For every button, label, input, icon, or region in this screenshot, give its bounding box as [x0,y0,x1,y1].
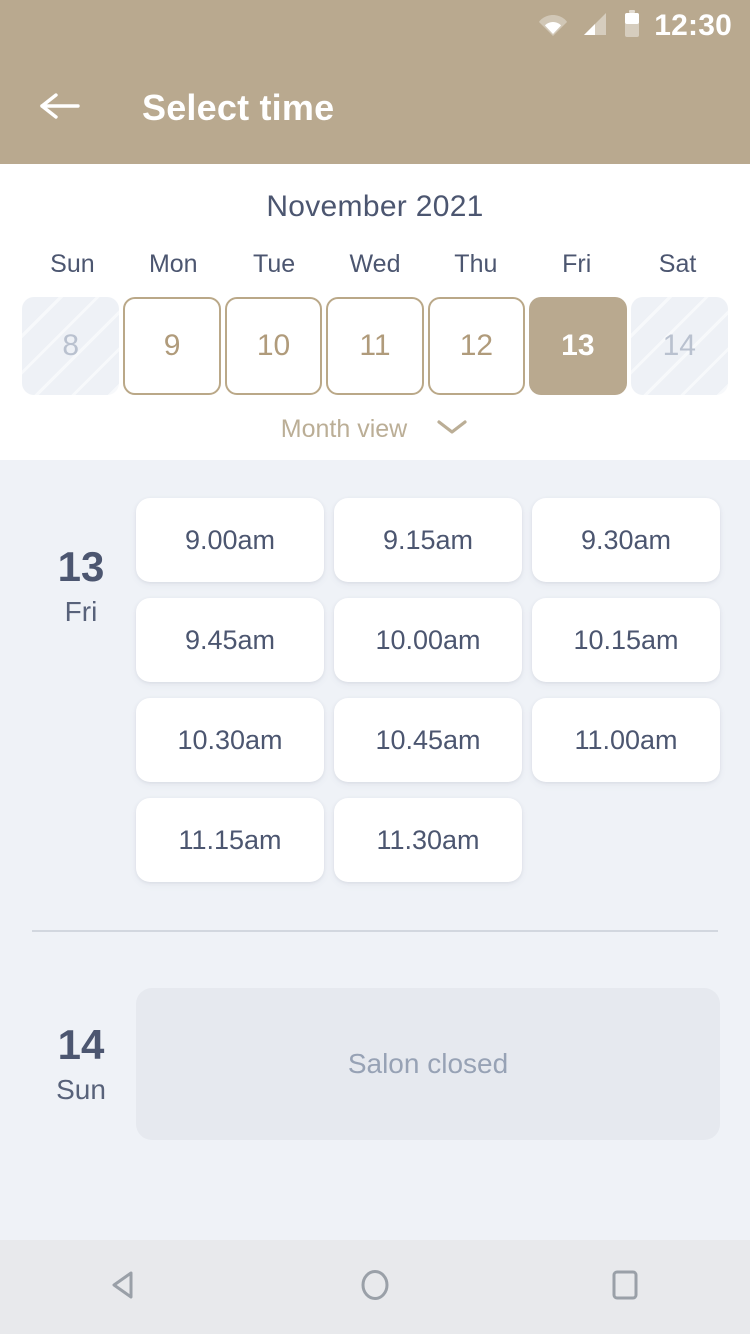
back-arrow-icon [38,90,82,127]
schedule-day-name: Sun [56,1074,106,1105]
time-slot[interactable]: 11.00am [532,698,720,782]
schedule-day-name: Fri [64,596,98,627]
nav-back-button[interactable] [75,1240,175,1334]
status-time: 12:30 [654,9,732,42]
weekday-label: Wed [349,250,401,278]
time-slot[interactable]: 9.15am [334,498,522,582]
android-nav-bar [0,1240,750,1334]
time-slot[interactable]: 9.45am [136,598,324,682]
phone-screen: 12:30 Select time November 2021 Sun Mon … [0,0,750,1334]
time-slot[interactable]: 10.30am [136,698,324,782]
battery-icon [624,9,640,43]
app-bar: Select time [0,52,750,164]
weekday-label: Tue [253,250,296,278]
time-slot[interactable]: 11.30am [334,798,522,882]
schedule-day-label: 13 Fri [30,498,132,882]
calendar-day-cell[interactable]: 11 [326,297,424,395]
schedule-list[interactable]: 13 Fri 9.00am 9.15am 9.30am 9.45am 10.00… [0,460,750,1240]
calendar-weekday-header: Sun Mon Tue Wed Thu Fri Sat [0,250,750,279]
time-slot[interactable]: 11.15am [136,798,324,882]
schedule-day-number: 13 [57,543,105,590]
schedule-day-group: 13 Fri 9.00am 9.15am 9.30am 9.45am 10.00… [0,460,750,882]
recents-nav-icon [605,1265,645,1310]
weekday-label: Sun [50,250,95,278]
calendar-day-cell: 8 [22,297,120,395]
month-view-toggle[interactable]: Month view [0,415,750,450]
weekday-label: Fri [562,250,592,278]
home-nav-icon [355,1265,395,1310]
chevron-down-icon [435,417,469,442]
calendar-day-cell: 14 [630,297,728,395]
time-slot[interactable]: 9.00am [136,498,324,582]
calendar-day-cell[interactable]: 10 [224,297,323,395]
weekday-label: Mon [148,250,198,278]
time-slot-grid: 9.00am 9.15am 9.30am 9.45am 10.00am 10.1… [132,498,720,882]
back-button[interactable] [30,78,90,138]
salon-closed-banner: Salon closed [136,988,720,1140]
weekday-label: Thu [454,250,498,278]
calendar-strip: November 2021 Sun Mon Tue Wed Thu Fri Sa… [0,164,750,460]
month-view-label: Month view [280,415,408,443]
nav-recents-button[interactable] [575,1240,675,1334]
nav-home-button[interactable] [325,1240,425,1334]
wifi-icon [538,11,568,42]
schedule-day-group: 14 Sun Salon closed [0,932,750,1140]
status-bar: 12:30 [0,0,750,52]
time-slot[interactable]: 10.15am [532,598,720,682]
status-icons [538,9,640,43]
calendar-day-row: 8 9 10 11 12 13 14 [0,297,750,395]
time-slot[interactable]: 10.00am [334,598,522,682]
time-slot[interactable]: 9.30am [532,498,720,582]
back-nav-icon [105,1265,145,1310]
page-title: Select time [142,87,335,128]
schedule-day-number: 14 [57,1021,105,1068]
weekday-label: Sat [658,250,697,278]
schedule-day-label: 14 Sun [30,988,132,1140]
calendar-day-cell[interactable]: 9 [123,297,221,395]
cellular-signal-icon [582,11,610,42]
calendar-day-cell-selected[interactable]: 13 [529,297,627,395]
calendar-month-title: November 2021 [266,190,484,223]
time-slot[interactable]: 10.45am [334,698,522,782]
calendar-day-cell[interactable]: 12 [427,297,526,395]
